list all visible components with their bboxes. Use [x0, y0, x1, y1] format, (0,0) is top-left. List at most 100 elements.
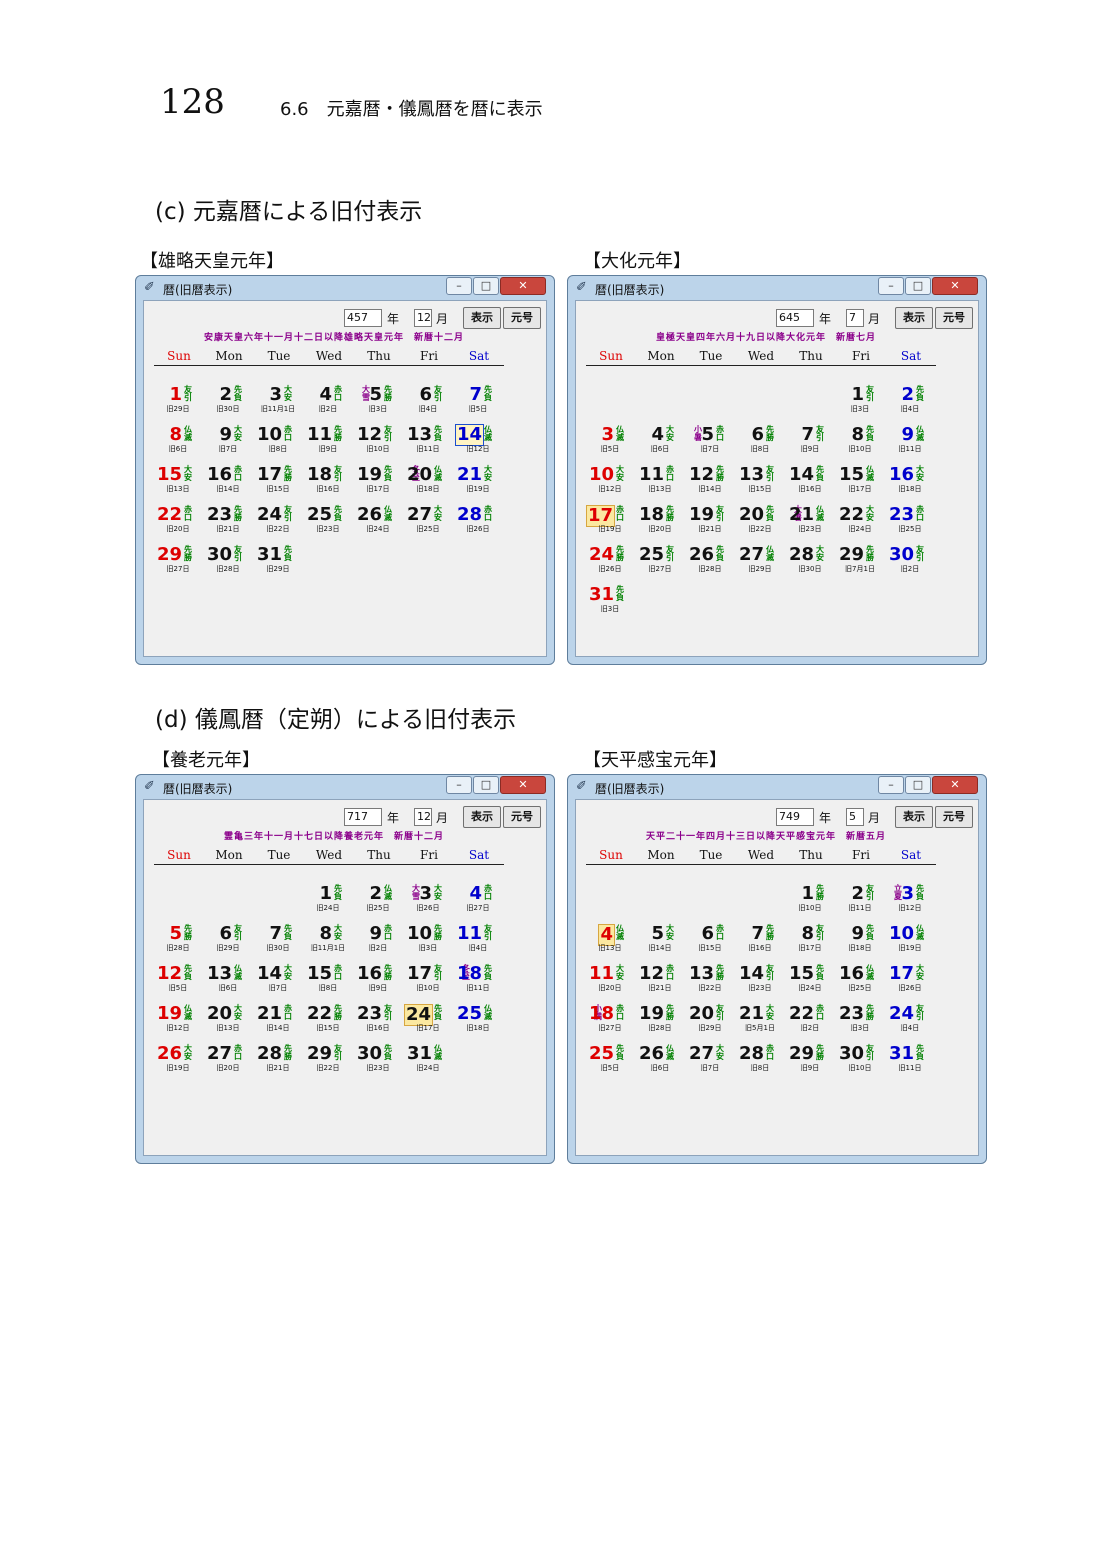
day-cell[interactable]: 6 赤口 旧15日	[692, 923, 742, 963]
day-cell[interactable]: 4 赤口 旧27日	[460, 883, 510, 923]
day-cell[interactable]: 31 仏滅 旧24日	[407, 1043, 460, 1083]
day-cell[interactable]: 7 先負 旧30日	[260, 923, 310, 963]
day-cell[interactable]: 大雪 5 先勝 旧3日	[360, 384, 410, 424]
day-cell[interactable]: 14 友引 旧23日	[739, 963, 792, 1003]
year-input[interactable]: 717	[344, 808, 382, 826]
day-cell[interactable]: 19 先勝 旧28日	[639, 1003, 692, 1043]
day-cell[interactable]: 19 友引 旧21日	[689, 504, 742, 544]
day-cell[interactable]: 28 赤口 旧26日	[457, 504, 510, 544]
era-button[interactable]: 元号	[935, 806, 973, 828]
minimize-button[interactable]: –	[878, 277, 904, 295]
day-cell[interactable]: 6 先勝 旧8日	[742, 424, 792, 464]
era-button[interactable]: 元号	[503, 307, 541, 329]
day-cell[interactable]: 1 先負 旧24日	[310, 883, 360, 923]
day-cell[interactable]: 20 友引 旧29日	[689, 1003, 742, 1043]
day-cell[interactable]: 27 赤口 旧20日	[207, 1043, 260, 1083]
day-cell[interactable]: 23 先勝 旧21日	[207, 504, 260, 544]
day-cell[interactable]: 22 赤口 旧20日	[157, 504, 210, 544]
day-cell[interactable]: 22 大安 旧24日	[839, 504, 892, 544]
day-cell[interactable]: 2 友引 旧11日	[842, 883, 892, 923]
day-cell[interactable]: 21 大安 旧19日	[457, 464, 510, 504]
day-cell[interactable]: 冬至 18 先負 旧11日	[457, 963, 510, 1003]
day-cell[interactable]: 2 仏滅 旧25日	[360, 883, 410, 923]
day-cell[interactable]: 立夏 3 先負 旧12日	[892, 883, 942, 923]
close-button[interactable]: ✕	[500, 277, 546, 295]
day-cell[interactable]: 19 仏滅 旧12日	[157, 1003, 210, 1043]
day-cell[interactable]: 16 先勝 旧9日	[357, 963, 410, 1003]
day-cell[interactable]: 30 友引 旧10日	[839, 1043, 892, 1083]
show-button[interactable]: 表示	[895, 307, 933, 329]
title-bar[interactable]: ✐ 暦(旧暦表示) – □ ✕	[568, 276, 986, 300]
day-cell[interactable]: 4 仏滅 旧13日	[592, 923, 642, 963]
month-input[interactable]: 12	[414, 309, 432, 327]
day-cell[interactable]: 23 友引 旧16日	[357, 1003, 410, 1043]
day-cell[interactable]: 15 先負 旧24日	[789, 963, 842, 1003]
day-cell[interactable]: 29 先勝 旧7月1日	[839, 544, 892, 584]
day-cell[interactable]: 29 先勝 旧9日	[789, 1043, 842, 1083]
title-bar[interactable]: ✐ 暦(旧暦表示) – □ ✕	[568, 775, 986, 799]
day-cell[interactable]: 25 友引 旧27日	[639, 544, 692, 584]
day-cell[interactable]: 8 大安 旧11月1日	[310, 923, 360, 963]
day-cell[interactable]: 4 大安 旧6日	[642, 424, 692, 464]
year-input[interactable]: 457	[344, 309, 382, 327]
day-cell[interactable]: 3 大安 旧11月1日	[260, 384, 310, 424]
day-cell[interactable]: 小満 18 赤口 旧27日	[589, 1003, 642, 1043]
day-cell[interactable]: 23 先勝 旧3日	[839, 1003, 892, 1043]
day-cell[interactable]: 10 先勝 旧3日	[407, 923, 460, 963]
day-cell[interactable]: 10 仏滅 旧19日	[889, 923, 942, 963]
day-cell[interactable]: 26 仏滅 旧24日	[357, 504, 410, 544]
day-cell[interactable]: 18 先勝 旧20日	[639, 504, 692, 544]
day-cell[interactable]: 25 先負 旧23日	[307, 504, 360, 544]
day-cell[interactable]: 1 友引 旧3日	[842, 384, 892, 424]
day-cell[interactable]: 31 先負 旧11日	[889, 1043, 942, 1083]
day-cell[interactable]: 5 先勝 旧28日	[160, 923, 210, 963]
maximize-button[interactable]: □	[473, 776, 499, 794]
day-cell[interactable]: 15 赤口 旧8日	[307, 963, 360, 1003]
day-cell[interactable]: 11 大安 旧20日	[589, 963, 642, 1003]
close-button[interactable]: ✕	[932, 776, 978, 794]
day-cell[interactable]: 8 仏滅 旧6日	[160, 424, 210, 464]
day-cell[interactable]: 25 仏滅 旧18日	[457, 1003, 510, 1043]
day-cell[interactable]: 31 先負 旧29日	[257, 544, 310, 584]
day-cell[interactable]: 17 赤口 旧19日	[585, 504, 642, 544]
day-cell[interactable]: 13 先勝 旧22日	[689, 963, 742, 1003]
day-cell[interactable]: 小暑 5 赤口 旧7日	[692, 424, 742, 464]
day-cell[interactable]: 2 先負 旧30日	[210, 384, 260, 424]
day-cell[interactable]: 9 先負 旧18日	[842, 923, 892, 963]
day-cell[interactable]: 1 先勝 旧10日	[792, 883, 842, 923]
day-cell[interactable]: 20 先負 旧22日	[739, 504, 792, 544]
day-cell[interactable]: 26 仏滅 旧6日	[639, 1043, 692, 1083]
era-button[interactable]: 元号	[935, 307, 973, 329]
day-cell[interactable]: 22 赤口 旧2日	[789, 1003, 842, 1043]
day-cell[interactable]: 25 先負 旧5日	[589, 1043, 642, 1083]
maximize-button[interactable]: □	[905, 776, 931, 794]
month-input[interactable]: 5	[846, 808, 864, 826]
year-input[interactable]: 749	[776, 808, 814, 826]
day-cell[interactable]: 冬至 20 仏滅 旧18日	[407, 464, 460, 504]
day-cell[interactable]: 21 大安 旧5月1日	[739, 1003, 792, 1043]
minimize-button[interactable]: –	[446, 277, 472, 295]
close-button[interactable]: ✕	[500, 776, 546, 794]
day-cell[interactable]: 15 大安 旧13日	[157, 464, 210, 504]
day-cell[interactable]: 14 先負 旧16日	[789, 464, 842, 504]
day-cell[interactable]: 7 先勝 旧16日	[742, 923, 792, 963]
day-cell[interactable]: 3 仏滅 旧5日	[592, 424, 642, 464]
day-cell[interactable]: 12 先勝 旧14日	[689, 464, 742, 504]
day-cell[interactable]: 13 友引 旧15日	[739, 464, 792, 504]
day-cell[interactable]: 17 大安 旧26日	[889, 963, 942, 1003]
day-cell[interactable]: 9 仏滅 旧11日	[892, 424, 942, 464]
year-input[interactable]: 645	[776, 309, 814, 327]
day-cell[interactable]: 31 先負 旧3日	[589, 584, 642, 624]
day-cell[interactable]: 20 大安 旧13日	[207, 1003, 260, 1043]
show-button[interactable]: 表示	[895, 806, 933, 828]
day-cell[interactable]: 11 先勝 旧9日	[307, 424, 360, 464]
day-cell[interactable]: 10 赤口 旧8日	[257, 424, 310, 464]
day-cell[interactable]: 9 赤口 旧2日	[360, 923, 410, 963]
close-button[interactable]: ✕	[932, 277, 978, 295]
day-cell[interactable]: 7 友引 旧9日	[792, 424, 842, 464]
day-cell[interactable]: 30 友引 旧28日	[207, 544, 260, 584]
day-cell[interactable]: 6 友引 旧4日	[410, 384, 460, 424]
day-cell[interactable]: 26 先負 旧28日	[689, 544, 742, 584]
day-cell[interactable]: 8 友引 旧17日	[792, 923, 842, 963]
minimize-button[interactable]: –	[878, 776, 904, 794]
